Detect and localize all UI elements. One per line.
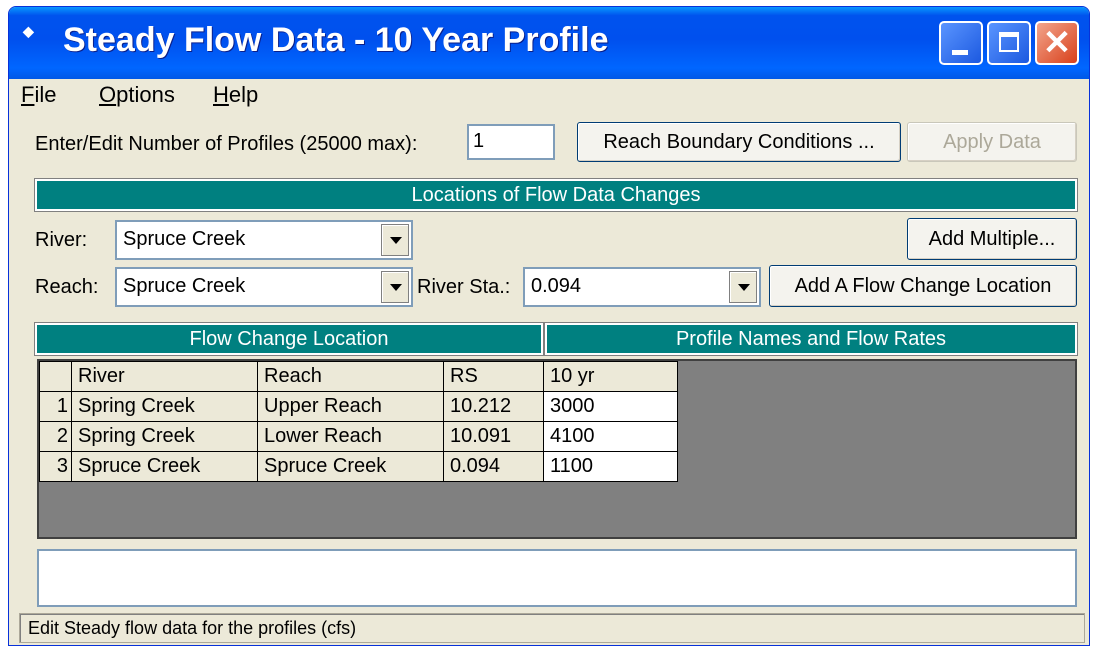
profile-names-header: Profile Names and Flow Rates [544, 322, 1078, 356]
flow-rate-cell[interactable]: 1100 [543, 451, 678, 482]
table-row: 2 Spring Creek Lower Reach 10.091 4100 [39, 421, 678, 452]
rs-cell[interactable]: 10.091 [443, 421, 544, 452]
flow-data-grid: River Reach RS 10 yr 1 Spring Creek Uppe… [37, 359, 1077, 539]
flow-rate-cell[interactable]: 4100 [543, 421, 678, 452]
column-header-river[interactable]: River [71, 361, 258, 392]
profiles-label: Enter/Edit Number of Profiles (25000 max… [35, 133, 418, 155]
row-number[interactable]: 2 [39, 421, 72, 452]
rs-cell[interactable]: 0.094 [443, 451, 544, 482]
river-cell[interactable]: Spruce Creek [71, 451, 258, 482]
river-label: River: [35, 229, 88, 251]
river-station-label: River Sta.: [417, 276, 511, 298]
table-header-row: River Reach RS 10 yr [39, 361, 678, 392]
maximize-button[interactable] [987, 21, 1031, 65]
chevron-down-icon[interactable] [729, 271, 757, 303]
river-cell[interactable]: Spring Creek [71, 391, 258, 422]
chevron-down-icon[interactable] [381, 271, 409, 303]
reach-cell[interactable]: Upper Reach [257, 391, 444, 422]
reach-label: Reach: [35, 276, 99, 298]
river-select[interactable]: Spruce Creek [115, 220, 413, 260]
corner-cell[interactable] [39, 361, 72, 392]
reach-select-value: Spruce Creek [123, 275, 246, 297]
row-number[interactable]: 1 [39, 391, 72, 422]
menu-options[interactable]: Options [99, 79, 175, 111]
table-row: 1 Spring Creek Upper Reach 10.212 3000 [39, 391, 678, 422]
rs-cell[interactable]: 10.212 [443, 391, 544, 422]
status-bar: Edit Steady flow data for the profiles (… [19, 613, 1085, 643]
row-number[interactable]: 3 [39, 451, 72, 482]
locations-header: Locations of Flow Data Changes [34, 178, 1078, 212]
minimize-icon [952, 50, 968, 55]
menu-file[interactable]: File [21, 79, 56, 111]
menu-bar: File Options Help [9, 79, 1089, 113]
column-header-rs[interactable]: RS [443, 361, 544, 392]
title-bar[interactable]: ◆ Steady Flow Data - 10 Year Profile ✕ [9, 7, 1089, 79]
reach-select[interactable]: Spruce Creek [115, 267, 413, 307]
flow-change-location-header: Flow Change Location [34, 322, 544, 356]
flow-rate-cell[interactable]: 3000 [543, 391, 678, 422]
steady-flow-window: ◆ Steady Flow Data - 10 Year Profile ✕ F… [8, 6, 1090, 646]
reach-cell[interactable]: Spruce Creek [257, 451, 444, 482]
table-row: 3 Spruce Creek Spruce Creek 0.094 1100 [39, 451, 678, 482]
minimize-button[interactable] [939, 21, 983, 65]
river-station-select[interactable]: 0.094 [523, 267, 761, 307]
menu-help[interactable]: Help [213, 79, 258, 111]
maximize-icon [999, 32, 1019, 52]
river-cell[interactable]: Spring Creek [71, 421, 258, 452]
column-header-reach[interactable]: Reach [257, 361, 444, 392]
window-title: Steady Flow Data - 10 Year Profile [63, 21, 609, 59]
message-box [37, 549, 1077, 607]
flow-table: River Reach RS 10 yr 1 Spring Creek Uppe… [39, 361, 678, 482]
add-multiple-button[interactable]: Add Multiple... [907, 218, 1077, 260]
close-icon: ✕ [1042, 24, 1072, 62]
add-flow-change-location-button[interactable]: Add A Flow Change Location [769, 265, 1077, 307]
column-header-10yr[interactable]: 10 yr [543, 361, 678, 392]
apply-data-button[interactable]: Apply Data [907, 122, 1077, 162]
close-button[interactable]: ✕ [1035, 21, 1079, 65]
profiles-count-input[interactable]: 1 [467, 124, 555, 160]
river-station-select-value: 0.094 [531, 275, 582, 297]
reach-boundary-conditions-button[interactable]: Reach Boundary Conditions ... [577, 122, 901, 162]
river-select-value: Spruce Creek [123, 228, 246, 250]
app-menu-icon[interactable]: ◆ [23, 23, 43, 43]
reach-cell[interactable]: Lower Reach [257, 421, 444, 452]
chevron-down-icon[interactable] [381, 224, 409, 256]
